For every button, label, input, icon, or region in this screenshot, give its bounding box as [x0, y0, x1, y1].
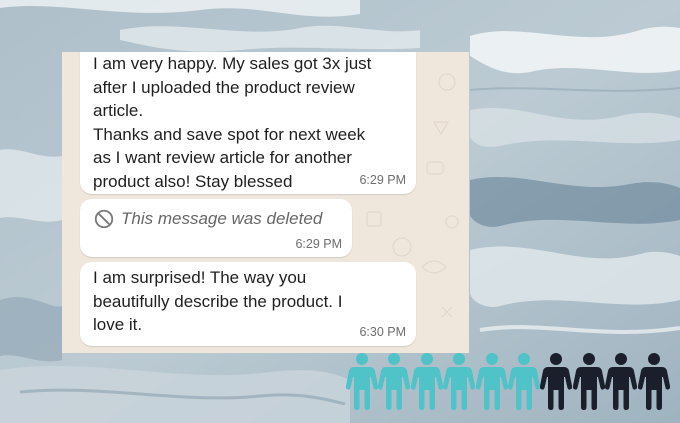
- person-icon: [410, 353, 443, 410]
- message-bubble[interactable]: I am surprised! The way you beautifully …: [80, 262, 416, 346]
- message-bubble[interactable]: I am very happy. My sales got 3x just af…: [80, 52, 416, 194]
- deleted-message-text: This message was deleted: [121, 209, 323, 228]
- person-icon: [637, 353, 670, 410]
- person-icon: [540, 353, 573, 410]
- people-icon-row: [346, 352, 672, 412]
- person-icon: [378, 353, 411, 410]
- ban-icon: [94, 209, 114, 229]
- message-timestamp: 6:29 PM: [295, 237, 342, 251]
- person-icon: [572, 353, 605, 410]
- deleted-message-bubble[interactable]: This message was deleted 6:29 PM: [80, 199, 352, 257]
- chat-panel: I am very happy. My sales got 3x just af…: [62, 52, 469, 353]
- person-icon: [605, 353, 638, 410]
- message-timestamp: 6:30 PM: [359, 325, 406, 339]
- message-text: I am very happy. My sales got 3x just af…: [93, 54, 372, 191]
- person-icon: [508, 353, 540, 410]
- message-text: I am surprised! The way you beautifully …: [93, 268, 343, 335]
- person-icon: [443, 353, 476, 410]
- message-timestamp: 6:29 PM: [359, 173, 406, 187]
- person-icon: [346, 353, 378, 410]
- deleted-message-row: This message was deleted: [93, 208, 322, 230]
- person-icon: [475, 353, 508, 410]
